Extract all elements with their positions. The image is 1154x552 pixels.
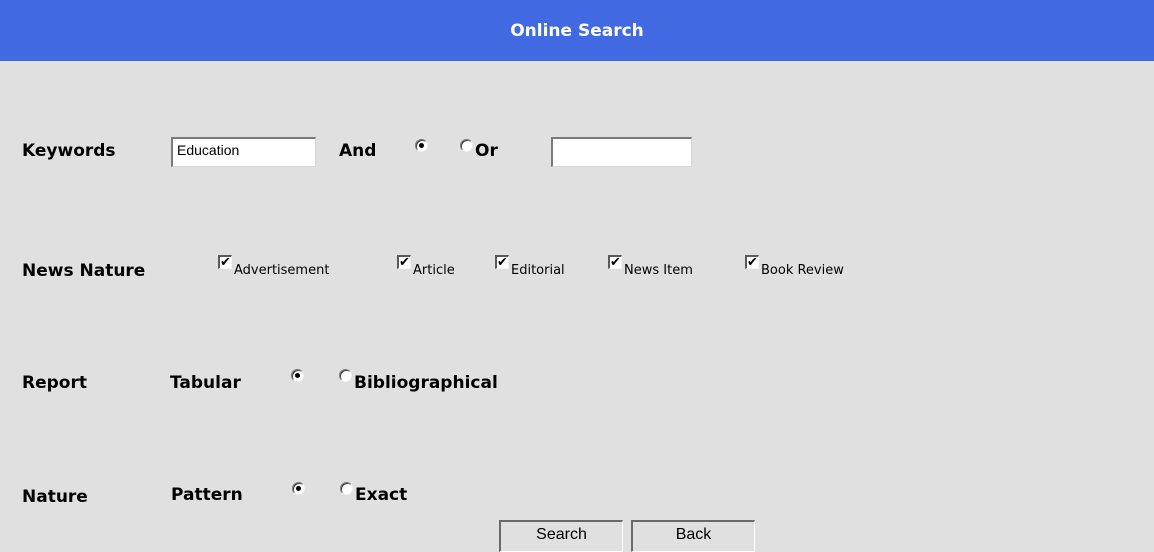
advertisement-checkbox[interactable]: ✔ bbox=[218, 255, 232, 269]
news-nature-label: News Nature bbox=[22, 261, 146, 281]
article-checkbox[interactable]: ✔ bbox=[397, 255, 411, 269]
nature-label: Nature bbox=[22, 487, 88, 507]
page-title-bar: Online Search bbox=[0, 0, 1154, 61]
keywords-label: Keywords bbox=[22, 141, 116, 161]
exact-label: Exact bbox=[355, 485, 408, 505]
news-item-label: News Item bbox=[624, 263, 693, 278]
bibliographical-label: Bibliographical bbox=[354, 373, 498, 393]
and-radio[interactable] bbox=[415, 139, 428, 152]
tabular-radio[interactable] bbox=[291, 369, 304, 382]
keyword-input-1[interactable]: Education bbox=[171, 137, 316, 167]
book-review-label: Book Review bbox=[761, 263, 844, 278]
news-item-checkbox[interactable]: ✔ bbox=[608, 255, 622, 269]
report-label: Report bbox=[22, 373, 87, 393]
search-button[interactable]: Search bbox=[499, 520, 623, 552]
or-label: Or bbox=[475, 141, 498, 161]
tabular-label: Tabular bbox=[170, 373, 241, 393]
editorial-checkbox[interactable]: ✔ bbox=[495, 255, 509, 269]
keyword-input-2[interactable] bbox=[551, 137, 692, 167]
pattern-label: Pattern bbox=[171, 485, 243, 505]
article-label: Article bbox=[413, 263, 455, 278]
advertisement-label: Advertisement bbox=[234, 263, 330, 278]
editorial-label: Editorial bbox=[511, 263, 565, 278]
bibliographical-radio[interactable] bbox=[339, 369, 352, 382]
or-radio[interactable] bbox=[460, 139, 473, 152]
exact-radio[interactable] bbox=[340, 482, 353, 495]
book-review-checkbox[interactable]: ✔ bbox=[745, 255, 759, 269]
and-label: And bbox=[339, 141, 377, 161]
back-button[interactable]: Back bbox=[631, 520, 755, 552]
pattern-radio[interactable] bbox=[292, 482, 305, 495]
page-title: Online Search bbox=[510, 20, 644, 41]
